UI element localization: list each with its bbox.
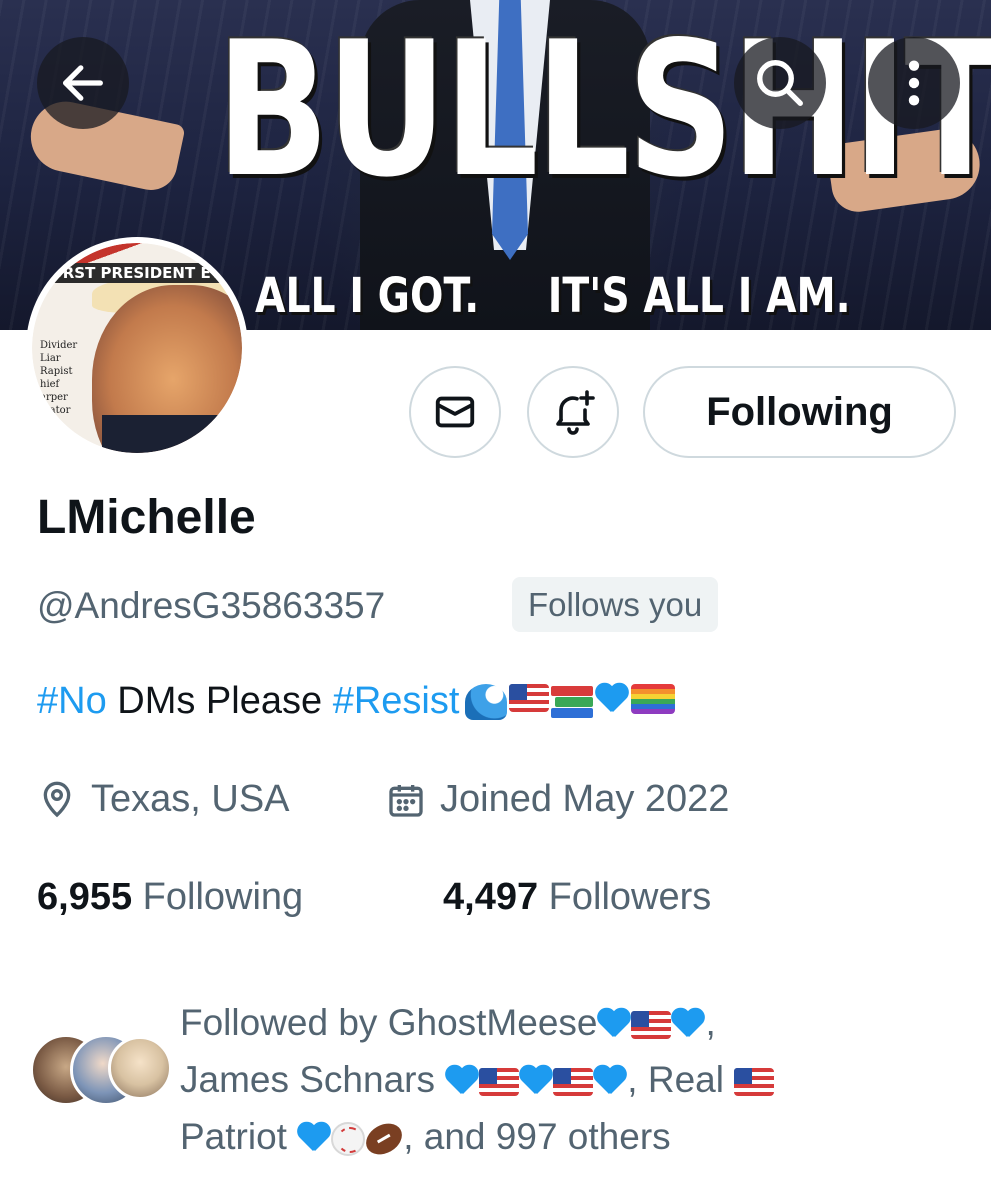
bio-emojis bbox=[465, 683, 676, 720]
blue-heart-emoji-icon bbox=[671, 1009, 705, 1041]
display-name: LMichelle bbox=[37, 491, 256, 544]
blue-heart-emoji-icon bbox=[597, 1009, 631, 1041]
following-count: 6,955 bbox=[37, 876, 133, 918]
us-flag-emoji-icon bbox=[631, 1011, 672, 1040]
user-handle: @AndresG35863357 bbox=[37, 585, 386, 626]
books-emoji-icon bbox=[551, 684, 594, 720]
bio-text: DMs Please bbox=[106, 680, 333, 722]
blue-heart-emoji-icon bbox=[519, 1066, 553, 1098]
arrow-left-icon bbox=[63, 65, 103, 101]
more-options-button[interactable] bbox=[868, 37, 960, 129]
avatar-cover-words: Divider Liar Rapist hief arper ulator bbox=[40, 339, 77, 417]
followers-count-link[interactable]: 4,497 Followers bbox=[443, 876, 711, 919]
search-button[interactable] bbox=[734, 37, 826, 129]
avatar-word: Divider bbox=[40, 340, 78, 351]
bell-plus-icon bbox=[556, 390, 595, 435]
avatar-cover-title: ORST PRESIDENT EVE bbox=[46, 263, 237, 283]
blue-heart-emoji-icon bbox=[297, 1123, 331, 1155]
avatar-word: Liar bbox=[40, 353, 61, 364]
blue-heart-emoji-icon bbox=[593, 1066, 627, 1098]
follows-you-badge: Follows you bbox=[512, 577, 719, 632]
avatar-word: ulator bbox=[40, 405, 71, 416]
search-icon bbox=[757, 60, 803, 106]
avatar-suit bbox=[102, 415, 242, 453]
blue-heart-emoji-icon bbox=[445, 1066, 479, 1098]
avatar-word: arper bbox=[40, 392, 68, 403]
follower-name: James Schnars bbox=[180, 1059, 446, 1100]
avatar-word: hief bbox=[40, 379, 60, 390]
rainbow-flag-emoji-icon bbox=[631, 683, 676, 714]
us-flag-emoji-icon bbox=[553, 1068, 594, 1097]
follower-name: Patriot bbox=[180, 1116, 298, 1157]
followed-by-suffix: , and 997 others bbox=[403, 1116, 671, 1157]
banner-headline: BULLSHIT bbox=[216, 1, 991, 218]
us-flag-emoji-icon bbox=[509, 683, 550, 712]
notify-button[interactable] bbox=[527, 366, 619, 458]
location-pin-icon bbox=[43, 781, 71, 817]
back-button[interactable] bbox=[37, 37, 129, 129]
message-button[interactable] bbox=[409, 366, 501, 458]
follower-name: Real bbox=[647, 1059, 735, 1100]
followers-count: 4,497 bbox=[443, 876, 539, 918]
followed-by-prefix: Followed by GhostMeese bbox=[180, 1002, 598, 1043]
us-flag-emoji-icon bbox=[734, 1068, 775, 1097]
mail-icon bbox=[435, 396, 475, 428]
calendar-icon bbox=[389, 784, 423, 817]
wave-emoji-icon bbox=[465, 683, 508, 720]
profile-joined-date: Joined May 2022 bbox=[386, 778, 729, 821]
hashtag-link[interactable]: #No bbox=[37, 680, 107, 723]
following-button[interactable]: Following bbox=[643, 366, 956, 458]
profile-location: Texas, USA bbox=[37, 778, 290, 821]
blue-heart-emoji-icon bbox=[595, 684, 629, 716]
followers-label: Followers bbox=[548, 876, 712, 918]
more-vertical-icon bbox=[908, 60, 920, 106]
following-count-link[interactable]: 6,955 Following bbox=[37, 876, 303, 919]
banner-subline: ALL I GOT. IT'S ALL I AM. bbox=[255, 268, 851, 324]
avatar-image: ORST PRESIDENT EVE Divider Liar Rapist h… bbox=[32, 243, 242, 453]
following-label: Following bbox=[142, 876, 304, 918]
us-flag-emoji-icon bbox=[479, 1068, 520, 1097]
joined-text: Joined May 2022 bbox=[440, 778, 730, 820]
location-text: Texas, USA bbox=[91, 778, 290, 820]
football-emoji-icon bbox=[360, 1117, 408, 1161]
hashtag-link[interactable]: #Resist bbox=[333, 680, 460, 723]
profile-bio: #No DMs Please #Resist bbox=[37, 680, 676, 723]
followed-by-text[interactable]: Followed by GhostMeese, James Schnars , … bbox=[180, 994, 970, 1165]
avatar bbox=[108, 1036, 172, 1100]
profile-avatar[interactable]: ORST PRESIDENT EVE Divider Liar Rapist h… bbox=[26, 237, 248, 459]
mutual-followers-avatars[interactable] bbox=[30, 1034, 172, 1108]
avatar-word: Rapist bbox=[40, 366, 73, 377]
baseball-emoji-icon bbox=[331, 1122, 366, 1157]
